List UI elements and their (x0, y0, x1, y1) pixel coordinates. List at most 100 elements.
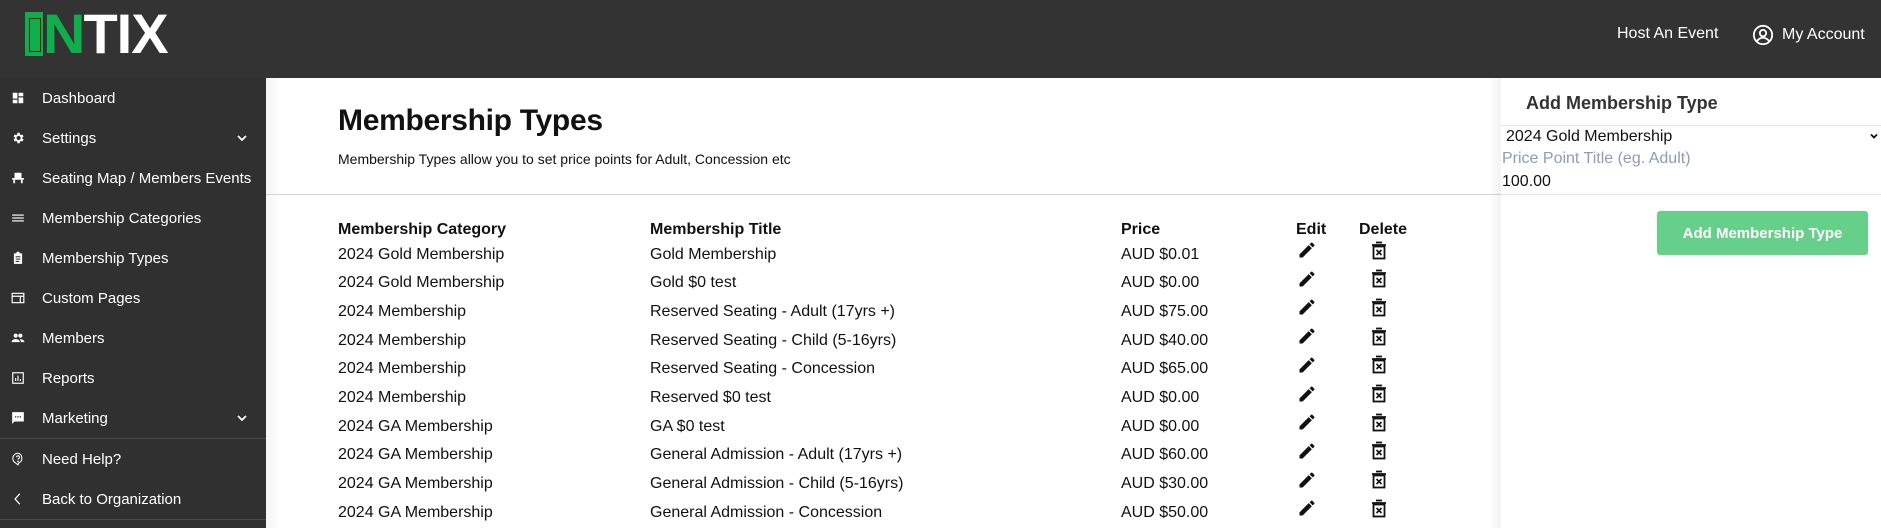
table-row: 2024 GA Membership General Admission - Co… (338, 498, 1429, 527)
sidebar-item-label: Dashboard (42, 89, 116, 107)
edit-pencil-icon[interactable] (1297, 240, 1317, 269)
delete-trash-icon[interactable] (1371, 499, 1387, 527)
table-header-row: Membership Category Membership Title Pri… (338, 220, 1429, 240)
sidebar-item-dashboard[interactable]: Dashboard (0, 78, 266, 118)
cell-category: 2024 Gold Membership (338, 274, 505, 292)
sidebar-item-membership-types[interactable]: Membership Types (0, 238, 266, 278)
sidebar-item-custom-pages[interactable]: Custom Pages (0, 278, 266, 318)
edit-pencil-icon[interactable] (1297, 355, 1317, 384)
menu-lines-icon (11, 211, 25, 225)
cell-title: Reserved Seating - Child (5-16yrs) (650, 331, 897, 349)
cell-price: AUD $0.00 (1121, 274, 1200, 292)
cell-price: AUD $0.01 (1121, 245, 1200, 263)
edit-pencil-icon[interactable] (1297, 269, 1317, 298)
cell-delete (1359, 498, 1429, 527)
logo-text: TIX (83, 2, 168, 65)
cell-delete (1359, 441, 1429, 470)
edit-pencil-icon[interactable] (1297, 412, 1317, 441)
sidebar-item-reports[interactable]: Reports (0, 358, 266, 398)
header-title: Membership Title (650, 221, 782, 238)
table-row: 2024 Membership Reserved $0 test AUD $0.00 (338, 384, 1429, 413)
edit-pencil-icon[interactable] (1297, 470, 1317, 499)
delete-trash-icon[interactable] (1371, 298, 1387, 326)
cell-delete (1359, 412, 1429, 441)
dashboard-icon (11, 91, 25, 105)
cell-price: AUD $65.00 (1121, 360, 1209, 378)
sidebar-item-settings[interactable]: Settings (0, 118, 266, 158)
delete-trash-icon[interactable] (1371, 384, 1387, 412)
sidebar-item-marketing[interactable]: Marketing (0, 398, 266, 438)
table-row: 2024 Gold Membership Gold $0 test AUD $0.0… (338, 269, 1429, 298)
delete-trash-icon[interactable] (1371, 269, 1387, 297)
account-circle-icon (1752, 24, 1774, 46)
edit-pencil-icon[interactable] (1297, 384, 1317, 413)
chevron-down-icon[interactable] (236, 132, 248, 144)
table-row: 2024 GA Membership GA $0 test AUD $0.00 (338, 412, 1429, 441)
header-price: Price (1121, 221, 1161, 238)
delete-trash-icon[interactable] (1371, 327, 1387, 355)
edit-pencil-icon[interactable] (1297, 326, 1317, 355)
price-input[interactable] (1502, 171, 1880, 193)
cell-delete (1359, 326, 1429, 355)
cell-category: 2024 Membership (338, 331, 467, 349)
sidebar-item-membership-categories[interactable]: Membership Categories (0, 198, 266, 238)
cell-title: General Admission - Concession (650, 503, 883, 521)
edit-pencil-icon[interactable] (1297, 498, 1317, 527)
cell-category: 2024 GA Membership (338, 417, 493, 435)
cell-category: 2024 GA Membership (338, 503, 493, 521)
cell-price: AUD $40.00 (1121, 331, 1209, 349)
table-row: 2024 Membership Reserved Seating - Child … (338, 326, 1429, 355)
sidebar-item-members[interactable]: Members (0, 318, 266, 358)
cell-title: General Admission - Adult (17yrs +) (650, 446, 903, 464)
cell-category: 2024 GA Membership (338, 475, 493, 493)
intix-logo[interactable]: N TIX (25, 2, 169, 65)
panel-divider (1501, 194, 1881, 195)
my-account-link[interactable]: My Account (1752, 24, 1865, 46)
sidebar-item-back-to-organization[interactable]: Back to Organization (0, 479, 266, 519)
edit-pencil-icon[interactable] (1297, 441, 1317, 470)
cell-delete (1359, 240, 1429, 269)
sidebar-item-need-help[interactable]: Need Help? (0, 439, 266, 479)
table-row: 2024 Gold Membership Gold Membership AUD $… (338, 240, 1429, 269)
add-membership-type-button[interactable]: Add Membership Type (1657, 211, 1868, 255)
edit-pencil-icon[interactable] (1297, 297, 1317, 326)
chat-bubble-icon (11, 411, 25, 425)
cell-price: AUD $0.00 (1121, 389, 1200, 407)
header-category: Membership Category (338, 221, 507, 238)
page-title: Membership Types (338, 104, 603, 137)
cell-price: AUD $75.00 (1121, 302, 1209, 320)
cell-title: Gold $0 test (650, 274, 737, 292)
chevron-down-icon[interactable] (236, 412, 248, 424)
sidebar-item-label: Membership Categories (42, 209, 202, 227)
cell-edit (1296, 384, 1359, 413)
table-row: 2024 Membership Reserved Seating - Adult … (338, 297, 1429, 326)
cell-price: AUD $30.00 (1121, 475, 1209, 493)
cell-title: Gold Membership (650, 245, 777, 263)
main-content: Membership Types Membership Types allow … (266, 78, 1501, 528)
cell-title: Reserved Seating - Concession (650, 360, 876, 378)
sidebar: Dashboard Settings Seating Map / Members… (0, 78, 266, 528)
host-an-event-link[interactable]: Host An Event (1617, 24, 1718, 44)
cell-category: 2024 Membership (338, 302, 467, 320)
cell-edit (1296, 412, 1359, 441)
logo-accent: N (43, 2, 85, 65)
delete-trash-icon[interactable] (1371, 355, 1387, 383)
sidebar-item-seating-map[interactable]: Seating Map / Members Events (0, 158, 266, 198)
top-bar: N TIX Host An Event My Account (0, 0, 1881, 78)
price-point-title-input[interactable] (1502, 148, 1880, 170)
gear-icon (11, 131, 25, 145)
sidebar-item-label: Custom Pages (42, 289, 141, 307)
my-account-label: My Account (1782, 26, 1865, 43)
category-select[interactable]: 2024 Gold Membership (1501, 126, 1881, 148)
sidebar-divider (0, 519, 266, 520)
delete-trash-icon[interactable] (1371, 241, 1387, 269)
report-chart-icon (11, 371, 25, 385)
cell-edit (1296, 355, 1359, 384)
delete-trash-icon[interactable] (1371, 413, 1387, 441)
cell-edit (1296, 240, 1359, 269)
cell-title: General Admission - Child (5-16yrs) (650, 475, 904, 493)
chevron-left-icon (11, 492, 25, 506)
delete-trash-icon[interactable] (1371, 441, 1387, 469)
panel-title: Add Membership Type (1526, 93, 1718, 113)
delete-trash-icon[interactable] (1371, 470, 1387, 498)
